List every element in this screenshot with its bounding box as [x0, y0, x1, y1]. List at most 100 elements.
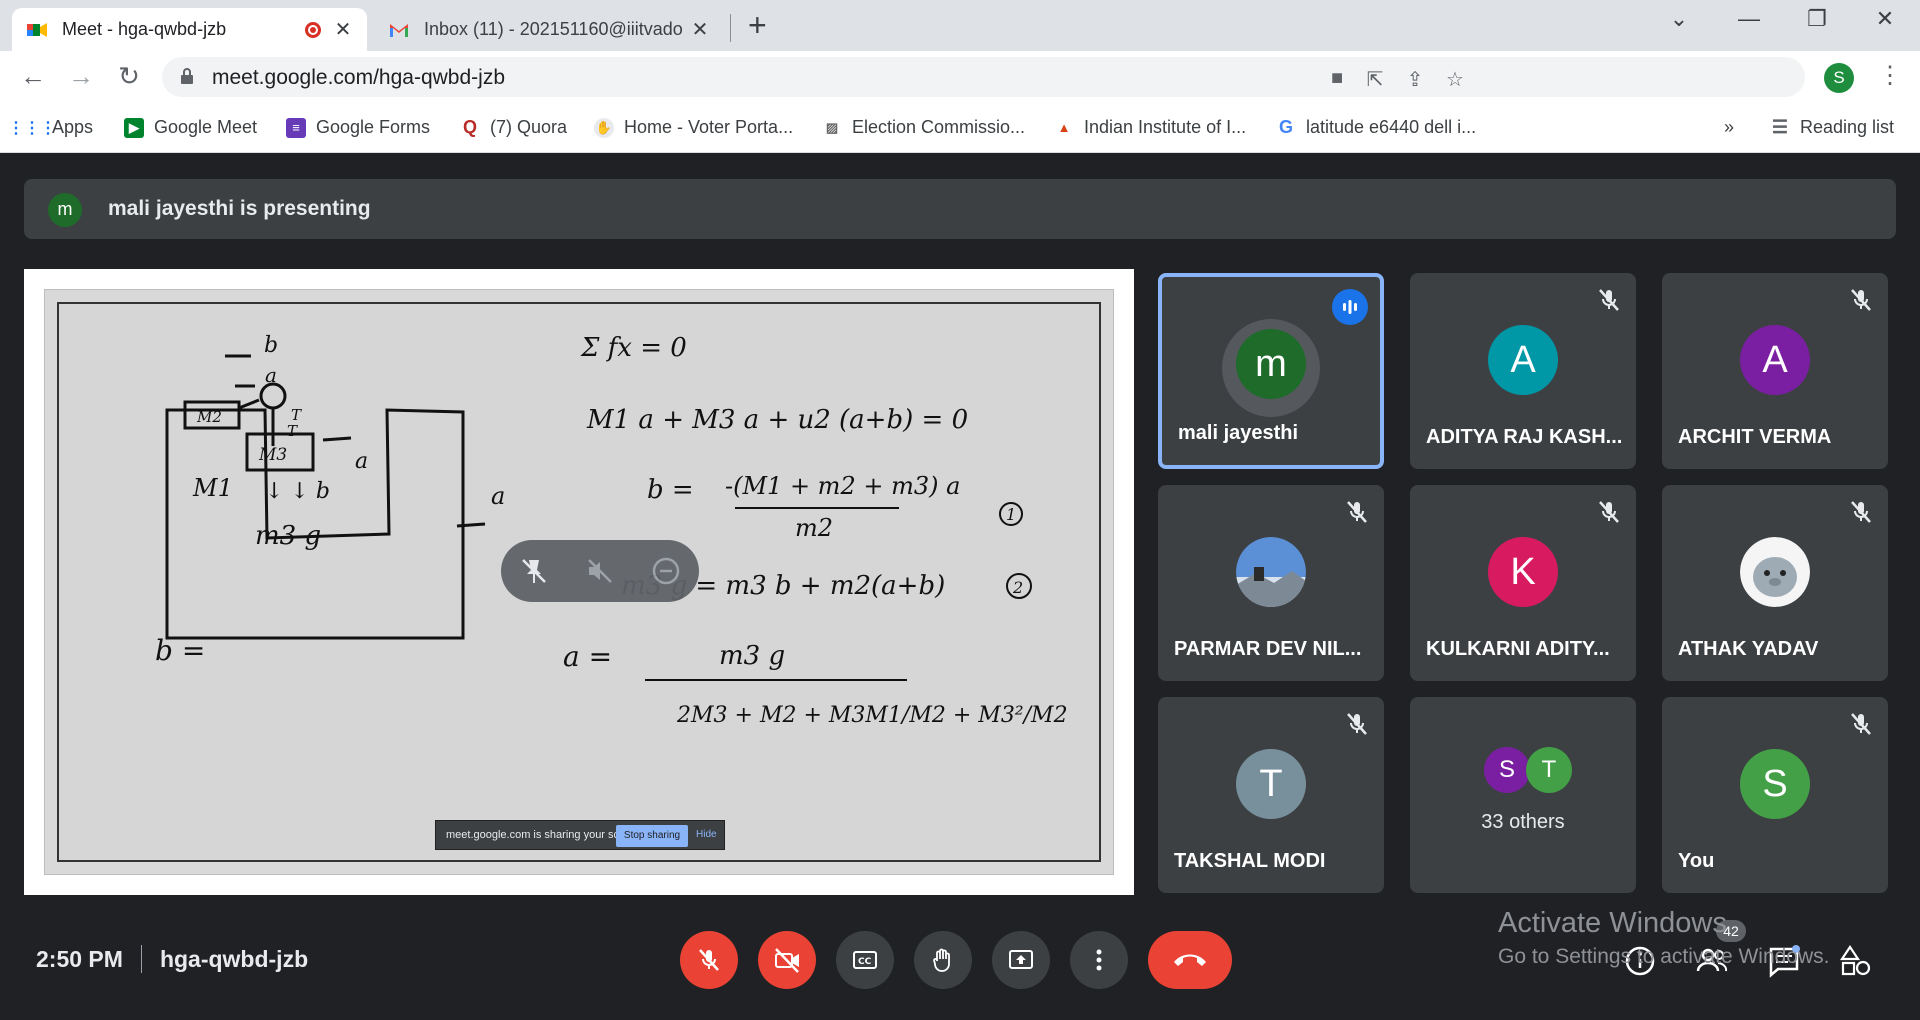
restore-icon[interactable]: ❐: [1802, 6, 1832, 32]
participant-name: TAKSHAL MODI: [1174, 850, 1326, 872]
bookmark-google-forms[interactable]: ≡ Google Forms: [286, 117, 430, 138]
equation-1: M1 a + M3 a + u2 (a+b) = 0: [586, 405, 968, 435]
close-tab-icon[interactable]: ✕: [690, 17, 710, 42]
presentation-controls: [501, 540, 699, 602]
profile-avatar[interactable]: S: [1824, 63, 1854, 93]
bookmark-label: Election Commissio...: [852, 117, 1026, 137]
others-tile[interactable]: S T 33 others: [1410, 697, 1636, 893]
bookmark-quora[interactable]: Q (7) Quora: [460, 117, 567, 138]
back-arrow-icon[interactable]: ←: [18, 63, 48, 89]
new-tab-icon[interactable]: +: [748, 9, 767, 41]
participant-tile[interactable]: T TAKSHAL MODI: [1158, 697, 1384, 893]
equation-sum-fx: Σ fx = 0: [580, 333, 687, 363]
mountain-avatar-photo: [1236, 537, 1306, 607]
avatar: T: [1236, 749, 1306, 819]
more-options-button[interactable]: [1070, 931, 1128, 989]
bookmark-star-icon[interactable]: ☆: [1442, 67, 1468, 92]
avatar: A: [1740, 325, 1810, 395]
participant-tile[interactable]: K KULKARNI ADITY...: [1410, 485, 1636, 681]
bookmarks-overflow-chevron-icon[interactable]: »: [1724, 117, 1734, 138]
label-b-top: b: [264, 333, 278, 358]
bookmark-indian-institute[interactable]: ▲ Indian Institute of I...: [1054, 117, 1246, 138]
equation-tag-2: 2: [1012, 578, 1023, 597]
camera-off-icon: [775, 948, 799, 973]
avatar: A: [1488, 325, 1558, 395]
equation-a-numerator: m3 g: [719, 641, 785, 671]
share-icon[interactable]: ⇪: [1402, 67, 1428, 92]
participant-tile[interactable]: A ADITYA RAJ KASH...: [1410, 273, 1636, 469]
label-arrows-b: ↓ ↓ b: [265, 479, 330, 504]
reading-list[interactable]: ☰ Reading list: [1770, 117, 1894, 138]
institute-icon: ▲: [1054, 117, 1074, 138]
participant-tile[interactable]: A ARCHIT VERMA: [1662, 273, 1888, 469]
close-window-icon[interactable]: ✕: [1870, 6, 1900, 32]
equation-b-denominator: m2: [795, 514, 833, 542]
bookmark-latitude-search[interactable]: G latitude e6440 dell i...: [1276, 117, 1476, 138]
participant-name: KULKARNI ADITY...: [1426, 638, 1610, 660]
participant-tile[interactable]: PARMAR DEV NIL...: [1158, 485, 1384, 681]
mic-off-icon: [1851, 501, 1871, 523]
hide-notice-link[interactable]: Hide: [696, 829, 717, 840]
present-now-button[interactable]: [992, 931, 1050, 989]
present-screen-icon: [1009, 950, 1033, 969]
unpin-icon[interactable]: [517, 554, 551, 588]
camera-icon[interactable]: ■: [1324, 67, 1350, 90]
self-tile[interactable]: S You: [1662, 697, 1888, 893]
leave-call-button[interactable]: [1148, 931, 1232, 989]
captions-icon: CC: [853, 951, 877, 969]
captions-button[interactable]: CC: [836, 931, 894, 989]
camera-toggle-button[interactable]: [758, 931, 816, 989]
participant-tile[interactable]: m mali jayesthi: [1158, 273, 1384, 469]
bookmark-apps[interactable]: ⋮⋮⋮ Apps: [8, 117, 94, 138]
label-b-eq: b =: [155, 634, 205, 667]
open-external-icon[interactable]: ⇱: [1362, 67, 1388, 92]
tab-meet[interactable]: Meet - hga-qwbd-jzb ✕: [12, 8, 367, 51]
label-a-out: a: [491, 482, 505, 510]
election-commission-icon: ▨: [822, 117, 842, 138]
address-bar[interactable]: meet.google.com/hga-qwbd-jzb ■ ⇱ ⇪ ☆: [162, 57, 1805, 97]
label-m1: M1: [192, 474, 233, 502]
mic-toggle-button[interactable]: [680, 931, 738, 989]
raise-hand-button[interactable]: [914, 931, 972, 989]
activate-windows-subtitle: Go to Settings to activate Windows.: [1498, 945, 1830, 968]
url-text: meet.google.com/hga-qwbd-jzb: [212, 66, 505, 89]
mic-off-icon: [1599, 501, 1619, 523]
tab-gmail[interactable]: Inbox (11) - 202151160@iiitvado ✕: [374, 8, 724, 51]
avatar: m: [1236, 329, 1306, 399]
clock-time: 2:50 PM: [36, 945, 123, 972]
tab-title: Inbox (11) - 202151160@iiitvado: [424, 19, 683, 39]
participant-tile[interactable]: ATHAK YADAV: [1662, 485, 1888, 681]
share-notice-text: meet.google.com is sharing your screen.: [446, 829, 645, 841]
label-a-right: a: [355, 449, 368, 474]
reload-icon[interactable]: ↻: [114, 63, 144, 89]
others-count: 33 others: [1481, 811, 1565, 833]
bookmark-label: Apps: [52, 117, 94, 137]
apps-grid-icon: ⋮⋮⋮: [8, 119, 56, 137]
meet-icon: ▶: [124, 117, 144, 138]
bookmark-voter-portal[interactable]: ✋ Home - Voter Porta...: [594, 117, 793, 138]
close-tab-icon[interactable]: ✕: [333, 17, 353, 42]
browser-menu-icon[interactable]: ⋮: [1878, 61, 1902, 90]
lock-icon: [181, 68, 193, 84]
stop-sharing-button[interactable]: Stop sharing: [616, 825, 688, 847]
browser-toolbar: ← → ↻ meet.google.com/hga-qwbd-jzb ■ ⇱ ⇪…: [0, 51, 1920, 103]
screen-share-notice: meet.google.com is sharing your screen. …: [435, 820, 725, 850]
bookmark-label: latitude e6440 dell i...: [1306, 117, 1477, 137]
forward-arrow-icon[interactable]: →: [66, 63, 96, 89]
gmail-icon: [390, 23, 408, 37]
tab-search-chevron-icon[interactable]: ⌄: [1664, 6, 1694, 32]
presenting-banner: m mali jayesthi is presenting: [24, 179, 1896, 239]
tab-title: Meet - hga-qwbd-jzb: [62, 19, 227, 39]
meeting-code[interactable]: hga-qwbd-jzb: [160, 946, 308, 973]
mute-presentation-icon[interactable]: [583, 554, 617, 588]
bookmark-election-commission[interactable]: ▨ Election Commissio...: [822, 117, 1025, 138]
shared-screen[interactable]: b a M2 T T M3 a M1 ↓ ↓ b a m3 g b = Σ fx…: [24, 269, 1134, 895]
remove-presentation-icon[interactable]: [649, 554, 683, 588]
activities-icon[interactable]: [1838, 943, 1874, 979]
shared-screen-frame: b a M2 T T M3 a M1 ↓ ↓ b a m3 g b = Σ fx…: [44, 289, 1114, 875]
label-a-top: a: [265, 363, 277, 387]
bookmark-google-meet[interactable]: ▶ Google Meet: [124, 117, 257, 138]
minimize-icon[interactable]: —: [1734, 6, 1764, 32]
bookmark-label: Google Meet: [154, 117, 258, 137]
avatar: T: [1526, 747, 1572, 793]
